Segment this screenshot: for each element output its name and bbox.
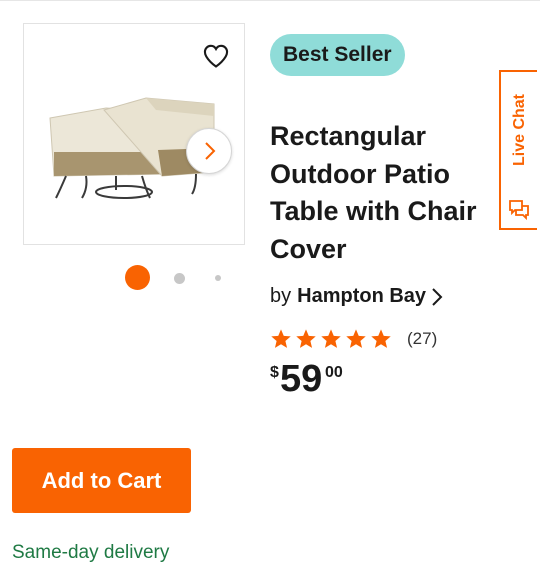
product-rating[interactable]: (27): [270, 328, 437, 350]
price-currency: $: [270, 364, 279, 381]
chat-bubbles-icon: [509, 200, 529, 221]
heart-icon: [203, 44, 229, 68]
best-seller-badge: Best Seller: [270, 34, 405, 76]
brand-prefix: by: [270, 285, 292, 307]
pagination-dot[interactable]: [174, 273, 185, 284]
product-title-line: Rectangular: [270, 121, 427, 151]
live-chat-tab[interactable]: Live Chat: [499, 70, 537, 230]
chevron-right-icon: [431, 287, 443, 307]
top-divider: [0, 0, 540, 1]
product-title[interactable]: Rectangular Outdoor Patio Table with Cha…: [270, 118, 505, 268]
star-icon: [346, 329, 366, 348]
product-title-line: Cover: [270, 233, 347, 264]
rating-stars: [270, 328, 395, 350]
star-icon: [296, 329, 316, 348]
price-dollars: 59: [280, 358, 323, 400]
price-cents: 00: [325, 364, 343, 381]
product-image-container[interactable]: [23, 23, 245, 245]
brand-name: Hampton Bay: [297, 285, 427, 307]
star-icon: [271, 329, 291, 348]
star-icon: [321, 329, 341, 348]
product-title-line: Table with Chair: [270, 196, 477, 226]
next-image-button[interactable]: [186, 128, 232, 174]
favorite-button[interactable]: [202, 42, 230, 70]
pagination-dot[interactable]: [215, 275, 221, 281]
brand-link[interactable]: by Hampton Bay: [270, 285, 443, 308]
pagination-dot-active[interactable]: [125, 265, 150, 290]
star-icon: [371, 329, 391, 348]
chevron-right-icon: [205, 142, 216, 160]
image-pagination: [125, 264, 235, 290]
product-title-line: Outdoor Patio: [270, 158, 450, 189]
live-chat-label: Live Chat: [511, 94, 528, 167]
review-count: (27): [407, 329, 438, 348]
add-to-cart-button[interactable]: Add to Cart: [12, 448, 191, 513]
same-day-delivery-text: Same-day delivery: [12, 542, 170, 563]
